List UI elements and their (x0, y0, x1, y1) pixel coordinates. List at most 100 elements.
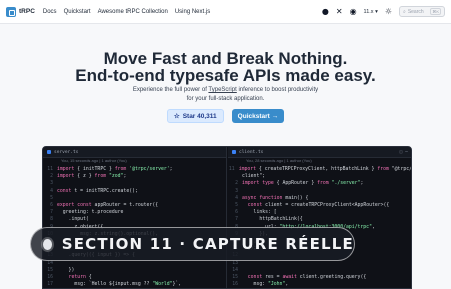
client-code-line: 15 const res = await client.greeting.que… (228, 274, 411, 281)
github-star-button[interactable]: ☆ Star 40,311 (166, 109, 224, 123)
client-code-line: client"; (228, 173, 411, 180)
server-code-line: 6 export const appRouter = t.router({ (43, 202, 226, 209)
server-code-line: 15 }) (43, 267, 226, 274)
hero-buttons: ☆ Star 40,311 Quickstart → (0, 109, 451, 123)
search-shortcut-badge: ⌘K (430, 8, 441, 15)
line-text: const t = initTRPC.create(); (57, 188, 138, 194)
ts-file-icon (232, 150, 236, 154)
client-code-line: 5 const client = createTRPCProxyClient<A… (228, 202, 411, 209)
line-text: msg: "John", (242, 282, 289, 288)
server-tab-bar: server.ts (43, 147, 226, 158)
line-number (228, 173, 242, 180)
line-number: 6 (235, 210, 238, 216)
server-tab[interactable]: server.ts (54, 150, 78, 155)
search-icon: ⌕ (403, 8, 406, 15)
line-number: 14 (232, 267, 238, 273)
server-code-line: 17 msg: `Hello ${input.msg ?? "World"}`, (43, 281, 226, 288)
client-code-line: 4 async function main() { (228, 195, 411, 202)
subtitle-text-2: inference to boost productivity (236, 87, 319, 93)
server-pane: server.ts You, 15 seconds ago | 1 author… (43, 147, 227, 288)
search-input[interactable]: ⌕ Search ⌘K (399, 6, 445, 17)
line-number: 11 (228, 167, 235, 172)
version-dropdown[interactable]: 11.x ▾ (364, 9, 378, 15)
quickstart-button[interactable]: Quickstart → (231, 109, 285, 123)
line-number: 3 (235, 188, 238, 194)
client-code-line: 7 httpBatchLink({ (228, 216, 411, 223)
line-number: 8 (50, 217, 53, 223)
section-caption-badge: SECTION 11 · CAPTURE RÉELLE (30, 227, 355, 261)
line-number: 6 (50, 203, 53, 209)
client-code-line: 6 links: [ (228, 209, 411, 216)
theme-toggle-icon[interactable]: ☼ (385, 7, 392, 16)
nav-link-awesome-collection[interactable]: Awesome tRPC Collection (98, 9, 168, 15)
star-icon: ☆ (173, 113, 180, 120)
server-code-line: 5 (43, 195, 226, 202)
typescript-link[interactable]: TypeScript (208, 87, 236, 93)
line-text: httpBatchLink({ (242, 217, 303, 223)
hero-title-line1: Move Fast and Break Nothing. (103, 49, 348, 68)
client-code-line: 16 msg: "John", (228, 281, 411, 288)
line-text: .input( (57, 217, 89, 223)
line-text: return { (68, 275, 92, 281)
caption-text: SECTION 11 · CAPTURE RÉELLE (61, 235, 354, 253)
hero-title-line2: End-to-end typesafe APIs made easy. (75, 66, 376, 85)
line-number: 4 (50, 188, 53, 194)
nav-link-quickstart[interactable]: Quickstart (64, 9, 91, 15)
server-code-line: 8 .input( (43, 216, 226, 223)
nav-right-group: ● ✕ ◉ 11.x ▾ ☼ ⌕ Search ⌘K (322, 6, 445, 17)
server-code-line: 4 const t = initTRPC.create(); (43, 188, 226, 195)
hero-heading: Move Fast and Break Nothing. End-to-end … (0, 50, 451, 84)
line-number: 16 (47, 275, 53, 281)
server-code-line: 3 (43, 180, 226, 187)
line-number: 11 (47, 167, 53, 172)
more-icon[interactable]: ⋯ (405, 150, 408, 155)
client-code-line: 14 (228, 267, 411, 274)
client-tab[interactable]: client.ts (239, 150, 263, 155)
client-code-line: 3 (228, 188, 411, 195)
line-number: 2 (50, 174, 53, 180)
ts-file-icon (47, 150, 51, 154)
line-number: 4 (235, 195, 238, 201)
line-text: links: [ (242, 210, 277, 216)
split-icon[interactable]: ◫ (400, 150, 403, 155)
line-text: const res = await client.greeting.query(… (247, 275, 367, 281)
trpc-logo-icon (6, 6, 16, 17)
line-number: 15 (47, 267, 53, 273)
line-number: 7 (235, 217, 238, 223)
star-label: Star 40,311 (182, 112, 217, 120)
line-number: 15 (232, 275, 238, 281)
line-text: async function main() { (242, 195, 309, 201)
line-number: 17 (47, 282, 53, 288)
caption-dot-icon (43, 238, 52, 250)
server-code-line: 7 greeting: t.procedure (43, 209, 226, 216)
line-number: 5 (50, 195, 53, 201)
code-editor-demo: server.ts You, 15 seconds ago | 1 author… (42, 146, 412, 289)
line-text: greeting: t.procedure (57, 210, 124, 216)
client-pane: client.ts ◫ ⋯ You, 28 seconds ago | 1 au… (228, 147, 412, 288)
quickstart-label: Quickstart → (237, 112, 279, 120)
server-code-line: 2 import { z } from "zod"; (43, 173, 226, 180)
line-text: import type { AppRouter } from "./server… (242, 181, 364, 187)
subtitle-text: Experience the full power of (132, 87, 209, 93)
discord-icon[interactable]: ◉ (350, 7, 357, 16)
line-number: 7 (50, 210, 53, 216)
line-text: const client = createTRPCProxyClient<App… (247, 203, 390, 209)
line-text: msg: `Hello ${input.msg ?? "World"}`, (57, 282, 182, 288)
github-icon[interactable]: ● (322, 7, 329, 16)
editor-toolbar: ◫ ⋯ (400, 150, 408, 155)
line-number: 16 (232, 282, 238, 288)
search-placeholder: Search (407, 8, 424, 15)
line-text: import { z } from "zod"; (57, 174, 127, 180)
line-number: 2 (235, 181, 238, 187)
server-code-line: 16 return { (43, 274, 226, 281)
nav-link-using-nextjs[interactable]: Using Next.js (175, 9, 210, 15)
client-tab-bar: client.ts ◫ ⋯ (228, 147, 411, 158)
subtitle-line2: for your full-stack application. (186, 96, 265, 102)
brand-logo[interactable]: tRPC (6, 6, 35, 17)
nav-link-docs[interactable]: Docs (43, 9, 57, 15)
brand-name: tRPC (19, 8, 35, 15)
line-text: client"; (242, 174, 266, 180)
line-text: import { createTRPCProxyClient, httpBatc… (238, 167, 412, 172)
line-number: 5 (235, 203, 238, 209)
x-icon[interactable]: ✕ (336, 7, 343, 16)
